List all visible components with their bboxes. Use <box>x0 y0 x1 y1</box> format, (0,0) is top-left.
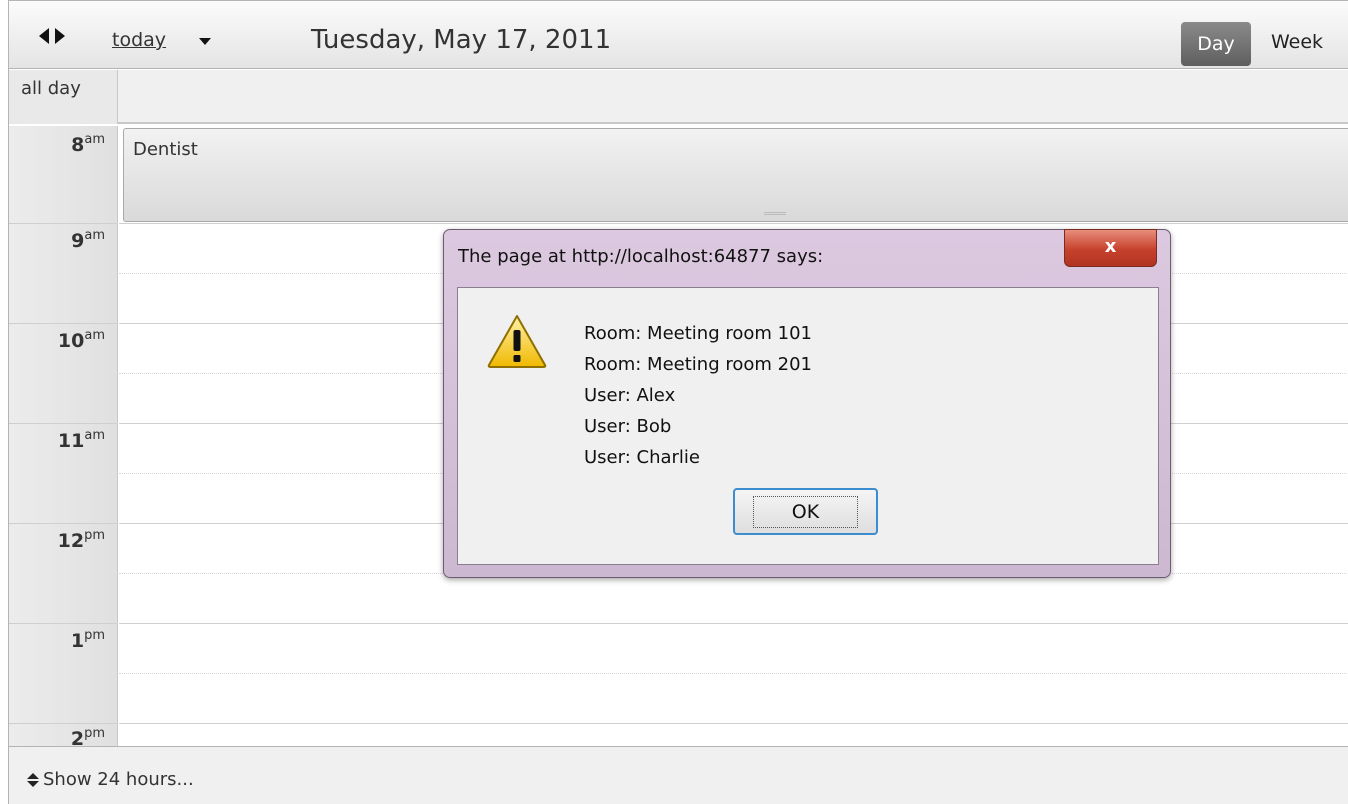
half-hour-line <box>119 673 1348 674</box>
ok-button-label: OK <box>752 495 859 528</box>
hour-line <box>119 223 1348 224</box>
dropdown-caret-icon[interactable] <box>199 38 211 45</box>
hour-divider <box>9 323 118 324</box>
message-line: User: Charlie <box>584 447 700 468</box>
hour-label: 1pm <box>70 628 105 652</box>
hour-label: 9am <box>71 228 105 252</box>
hour-label: 11am <box>57 428 105 452</box>
dialog-body: Room: Meeting room 101 Room: Meeting roo… <box>457 287 1159 565</box>
time-gutter: 8am 9am 10am 11am 12pm 1pm 2pm <box>9 126 118 750</box>
day-view-button[interactable]: Day <box>1181 22 1251 66</box>
hour-label: 10am <box>57 328 105 352</box>
next-arrow-icon[interactable] <box>55 28 65 44</box>
hour-label: 12pm <box>57 528 105 552</box>
all-day-row[interactable]: all day <box>9 70 1348 124</box>
dialog-message: Room: Meeting room 101 Room: Meeting roo… <box>584 318 812 473</box>
hour-line <box>119 623 1348 624</box>
all-day-label: all day <box>9 70 118 124</box>
message-line: Room: Meeting room 201 <box>584 354 812 375</box>
message-line: Room: Meeting room 101 <box>584 323 812 344</box>
calendar-event[interactable]: Dentist <box>123 128 1348 222</box>
ok-button[interactable]: OK <box>733 488 878 535</box>
hour-divider <box>9 423 118 424</box>
show-24-hours-label: Show 24 hours... <box>43 769 194 790</box>
calendar-footer: Show 24 hours... <box>9 746 1348 804</box>
hour-divider <box>9 723 118 724</box>
resize-handle-icon[interactable] <box>764 212 786 215</box>
calendar-toolbar: today Tuesday, May 17, 2011 Day Week <box>9 1 1348 69</box>
nav-arrows <box>39 28 65 44</box>
hour-divider <box>9 523 118 524</box>
warning-icon <box>487 315 547 368</box>
alert-dialog: The page at http://localhost:64877 says:… <box>443 229 1171 578</box>
up-down-arrows-icon <box>27 772 39 787</box>
hour-divider <box>9 223 118 224</box>
hour-line <box>119 723 1348 724</box>
hour-label: 8am <box>71 132 105 156</box>
event-title: Dentist <box>133 139 198 160</box>
today-link[interactable]: today <box>112 29 166 51</box>
dialog-title: The page at http://localhost:64877 says: <box>458 246 824 267</box>
message-line: User: Bob <box>584 416 672 437</box>
current-date-title: Tuesday, May 17, 2011 <box>311 25 612 55</box>
message-line: User: Alex <box>584 385 676 406</box>
hour-divider <box>9 623 118 624</box>
week-view-button[interactable]: Week <box>1271 31 1323 53</box>
show-24-hours-toggle[interactable]: Show 24 hours... <box>27 769 194 790</box>
prev-arrow-icon[interactable] <box>39 28 49 44</box>
close-button[interactable]: x <box>1064 229 1157 267</box>
close-icon: x <box>1104 236 1117 257</box>
